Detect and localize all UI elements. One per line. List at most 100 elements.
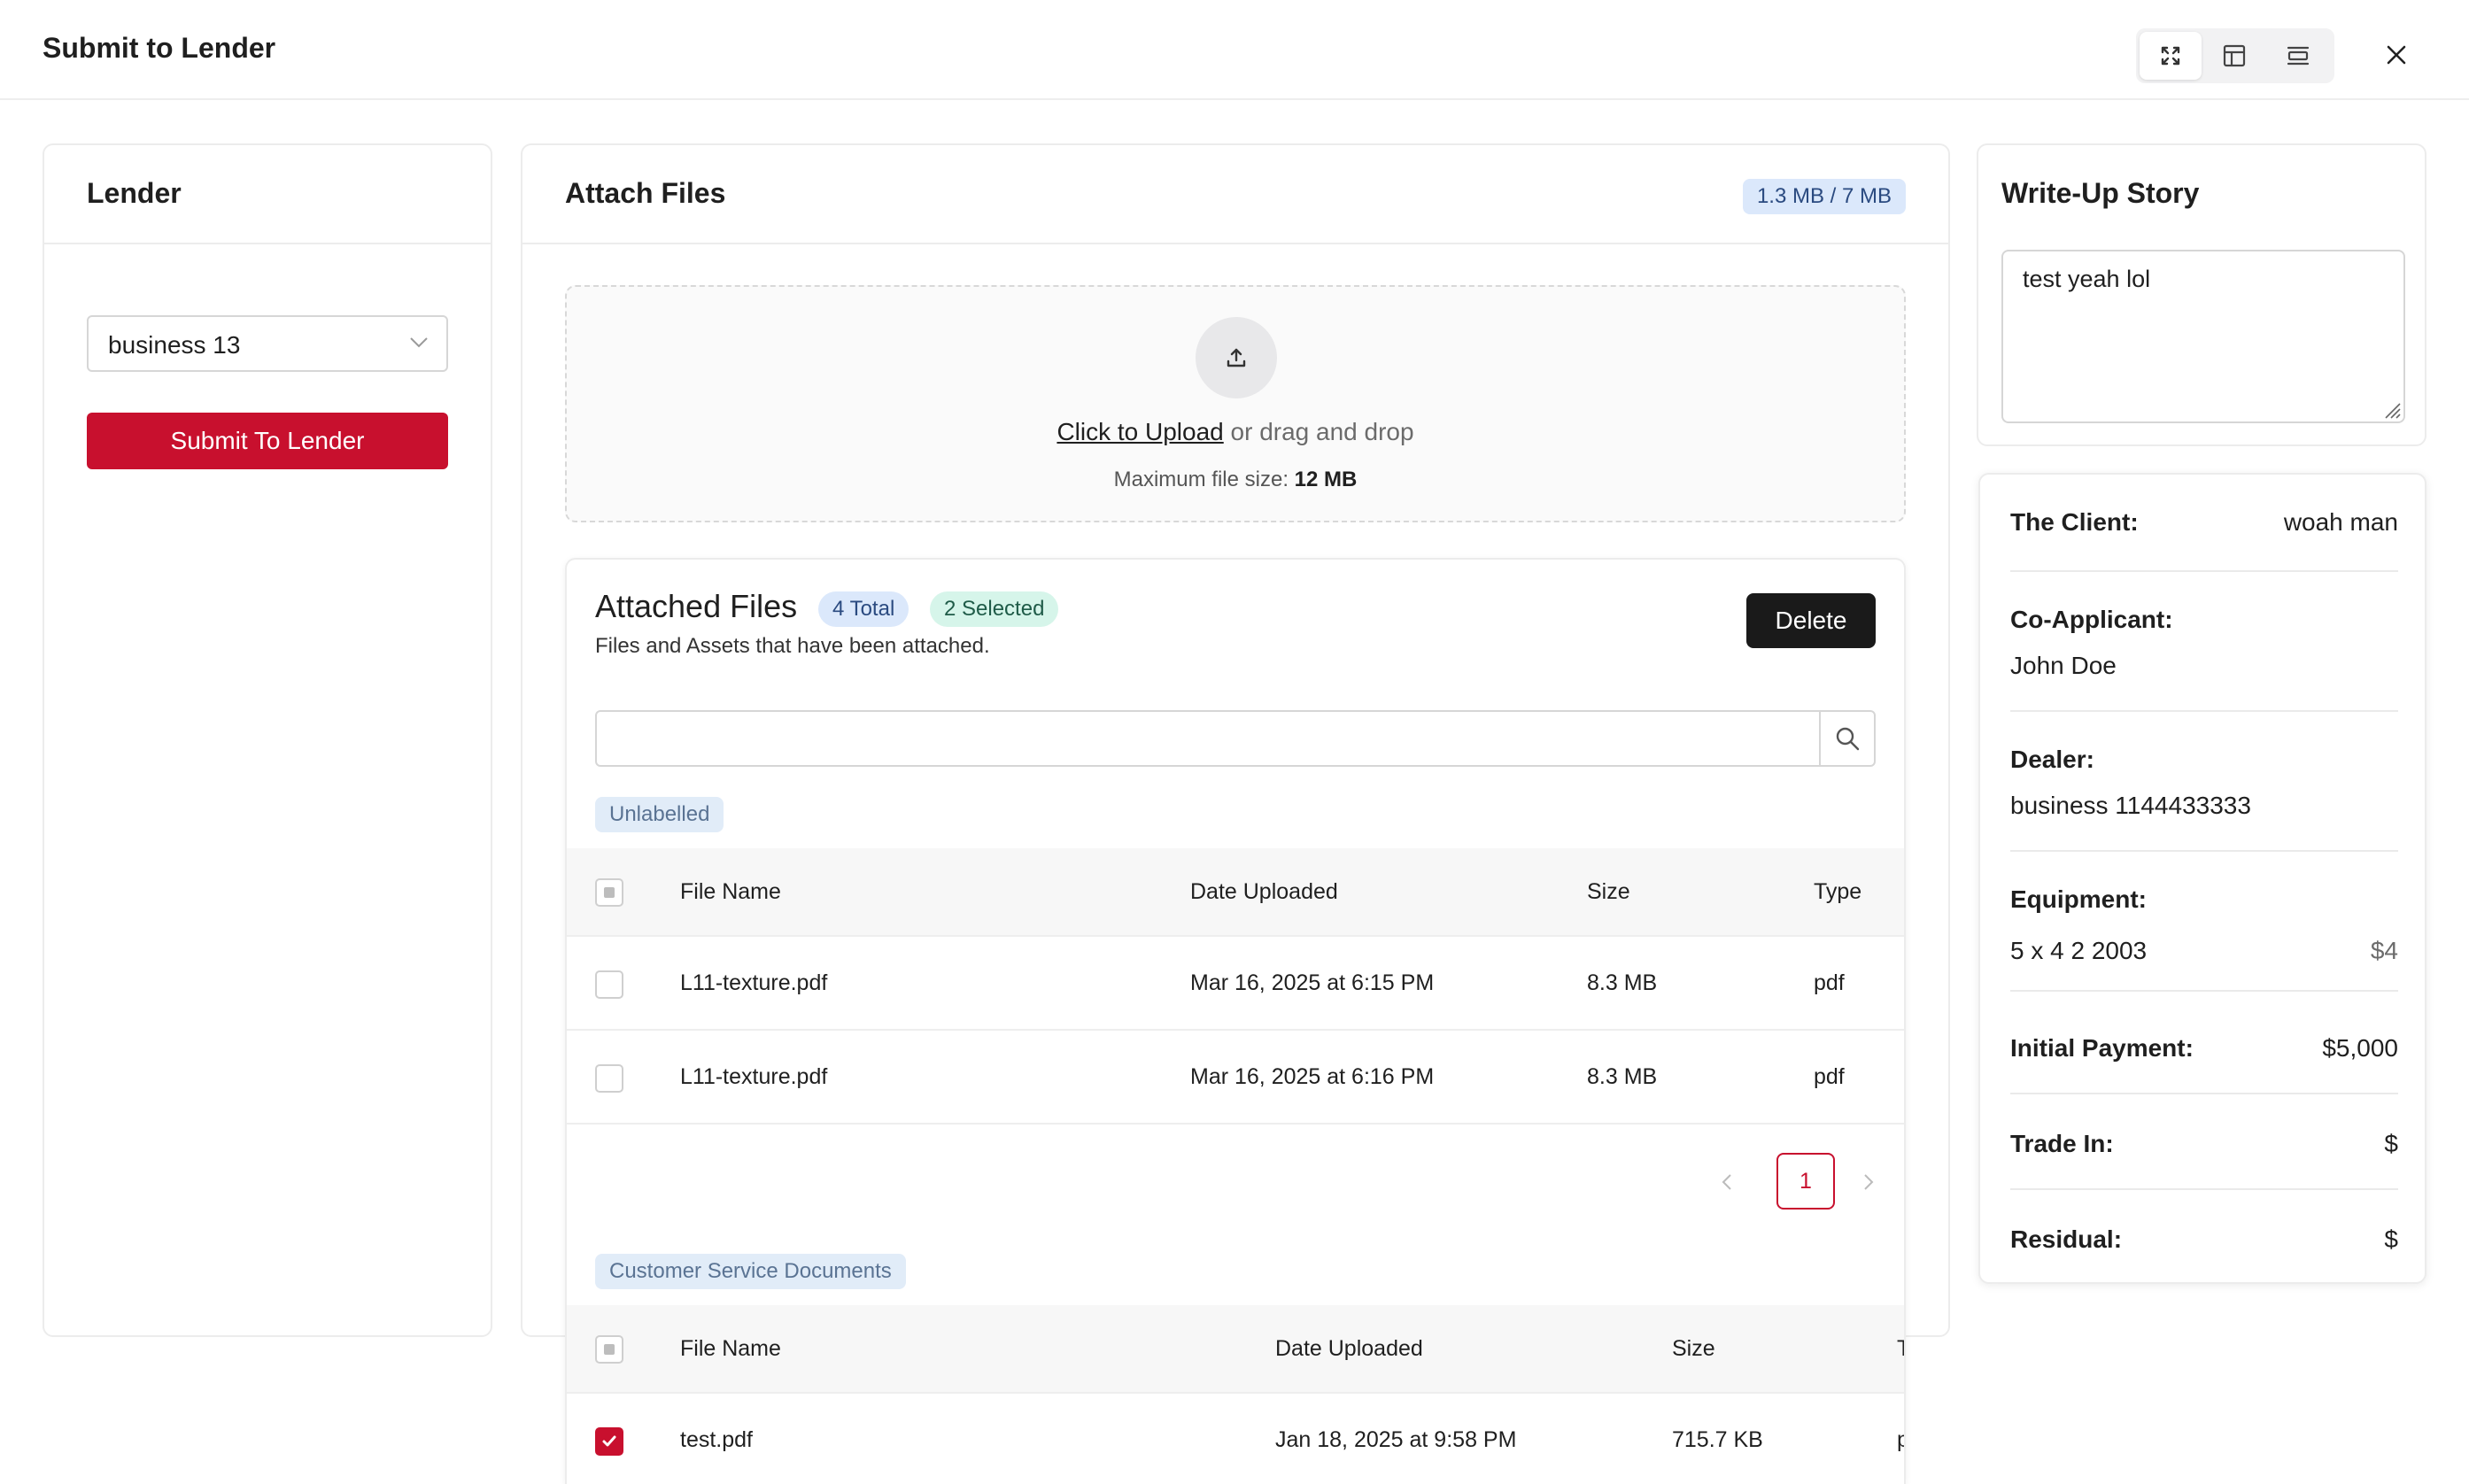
max-file-size-label: Maximum file size: [1113,468,1295,491]
column-header-date-uploaded[interactable]: Date Uploaded [1275,1305,1423,1392]
initial-payment-value: $5,000 [2322,1034,2398,1062]
stacked-layout-button[interactable] [2267,32,2329,80]
select-all-checkbox[interactable] [595,1335,623,1364]
search-input[interactable] [597,712,1821,765]
dealer-value: business 1144433333 [2010,792,2251,819]
close-button[interactable] [2377,35,2416,74]
table-row[interactable]: L11-texture.pdf Mar 16, 2025 at 6:16 PM … [567,1031,1904,1125]
max-file-size: Maximum file size: 12 MB [567,468,1904,492]
dialog-header: Submit to Lender [0,0,2469,100]
file-name[interactable]: L11-texture.pdf [680,1031,827,1123]
split-layout-icon [2223,44,2246,67]
date-uploaded: Jan 18, 2025 at 9:58 PM [1275,1426,1517,1452]
select-all-checkbox[interactable] [595,878,623,907]
file-name[interactable]: L11-texture.pdf [680,937,827,1029]
search-icon [1836,727,1860,751]
dealer-label: Dealer: [2010,746,2094,773]
summary-client-row: The Client: woah man [2010,508,2398,572]
delete-button[interactable]: Delete [1746,593,1876,648]
table-row[interactable]: test.pdf Jan 18, 2025 at 9:58 PM 715.7 K… [567,1394,1904,1484]
summary-equipment-row: Equipment: 5 x 4 2 2003 $4 [2010,882,2398,992]
equipment-name: 5 x 4 2 2003 [2010,937,2148,964]
file-size: 8.3 MB [1587,1063,1658,1089]
group-label-customer-service-documents[interactable]: Customer Service Documents [595,1254,906,1289]
attached-files-title: Attached Files [595,588,798,624]
equipment-price: $4 [2370,937,2398,964]
total-count-badge: 4 Total [818,591,909,627]
summary-coapplicant-row: Co-Applicant: John Doe [2010,602,2398,712]
date-uploaded: Mar 16, 2025 at 6:15 PM [1190,970,1435,995]
file-name[interactable]: test.pdf [680,1394,753,1484]
lender-select[interactable]: business 13 [87,315,448,372]
row-checkbox[interactable] [595,1064,623,1093]
column-header-type[interactable]: T [1897,1305,1904,1392]
date-uploaded: Mar 16, 2025 at 6:16 PM [1190,1063,1435,1089]
write-up-story-title: Write-Up Story [2001,177,2200,209]
resize-handle-icon[interactable] [2382,400,2402,420]
column-header-size[interactable]: Size [1672,1305,1715,1392]
fullscreen-button[interactable] [2140,32,2202,80]
group-label-unlabelled[interactable]: Unlabelled [595,797,724,832]
trade-in-label: Trade In: [2010,1130,2114,1157]
summary-dealer-row: Dealer: business 1144433333 [2010,742,2398,852]
close-icon [2387,45,2406,65]
search-button[interactable] [1819,712,1874,765]
column-header-type[interactable]: Type [1814,848,1861,935]
submit-to-lender-button[interactable]: Submit To Lender [87,413,448,469]
file-type: pdf [1814,1063,1845,1089]
write-up-story-textarea[interactable]: test yeah lol [2001,250,2405,423]
column-header-size[interactable]: Size [1587,848,1630,935]
split-layout-button[interactable] [2203,32,2265,80]
table-row[interactable]: L11-texture.pdf Mar 16, 2025 at 6:15 PM … [567,937,1904,1031]
chevron-down-icon [410,337,428,348]
upload-dropzone[interactable]: Click to Upload or drag and drop Maximum… [565,285,1906,522]
checkmark-icon [602,1435,616,1447]
chevron-left-icon [1722,1174,1731,1190]
file-type: pdf [1814,970,1845,995]
trade-in-value: $ [2384,1130,2398,1157]
max-file-size-value: 12 MB [1294,468,1358,491]
column-header-file-name[interactable]: File Name [680,1305,781,1392]
summary-initial-payment-row: Initial Payment: $5,000 [2010,1029,2398,1094]
dialog-title: Submit to Lender [43,32,276,64]
coapplicant-label: Co-Applicant: [2010,606,2173,633]
customer-service-files-table: File Name Date Uploaded Size T test.pdf … [567,1305,1904,1484]
pagination-next[interactable] [1851,1155,1886,1210]
upload-button[interactable] [1196,317,1277,398]
stacked-layout-icon [2287,46,2310,66]
chevron-right-icon [1864,1174,1874,1190]
row-checkbox[interactable] [595,1427,623,1456]
unlabelled-files-table: File Name Date Uploaded Size Type L11-te… [567,848,1904,1125]
summary-trade-in-row: Trade In: $ [2010,1125,2398,1190]
file-size: 715.7 KB [1672,1426,1763,1452]
row-checkbox[interactable] [595,970,623,999]
file-size: 8.3 MB [1587,970,1658,995]
equipment-label: Equipment: [2010,885,2147,913]
deal-summary-card: The Client: woah man Co-Applicant: John … [1978,473,2426,1284]
coapplicant-value: John Doe [2010,652,2117,679]
lender-card-title: Lender [87,177,182,209]
lender-select-value: business 13 [108,331,241,359]
summary-residual-row: Residual: $ [2010,1220,2398,1264]
file-type: p [1897,1394,1904,1484]
residual-label: Residual: [2010,1225,2123,1253]
attach-files-title: Attach Files [565,177,726,209]
pagination-prev[interactable] [1709,1155,1745,1210]
attached-files-subtitle: Files and Assets that have been attached… [595,634,990,658]
upload-instructions: Click to Upload or drag and drop [567,418,1904,446]
fullscreen-icon [2161,46,2180,66]
table-header: File Name Date Uploaded Size Type [567,848,1904,937]
initial-payment-label: Initial Payment: [2010,1034,2194,1062]
column-header-date-uploaded[interactable]: Date Uploaded [1190,848,1338,935]
click-to-upload-link[interactable]: Click to Upload [1056,418,1223,445]
table-header: File Name Date Uploaded Size T [567,1305,1904,1394]
view-mode-switch [2136,28,2334,83]
client-label: The Client: [2010,508,2139,536]
storage-usage-badge: 1.3 MB / 7 MB [1742,179,1906,214]
column-header-file-name[interactable]: File Name [680,848,781,935]
attached-files-panel: Attached Files 4 Total 2 Selected Files … [565,558,1906,1484]
file-search [595,710,1876,767]
pagination-page-1[interactable]: 1 [1776,1153,1835,1210]
lender-card: Lender business 13 Submit To Lender [43,143,492,1337]
drag-drop-text: or drag and drop [1223,418,1414,445]
